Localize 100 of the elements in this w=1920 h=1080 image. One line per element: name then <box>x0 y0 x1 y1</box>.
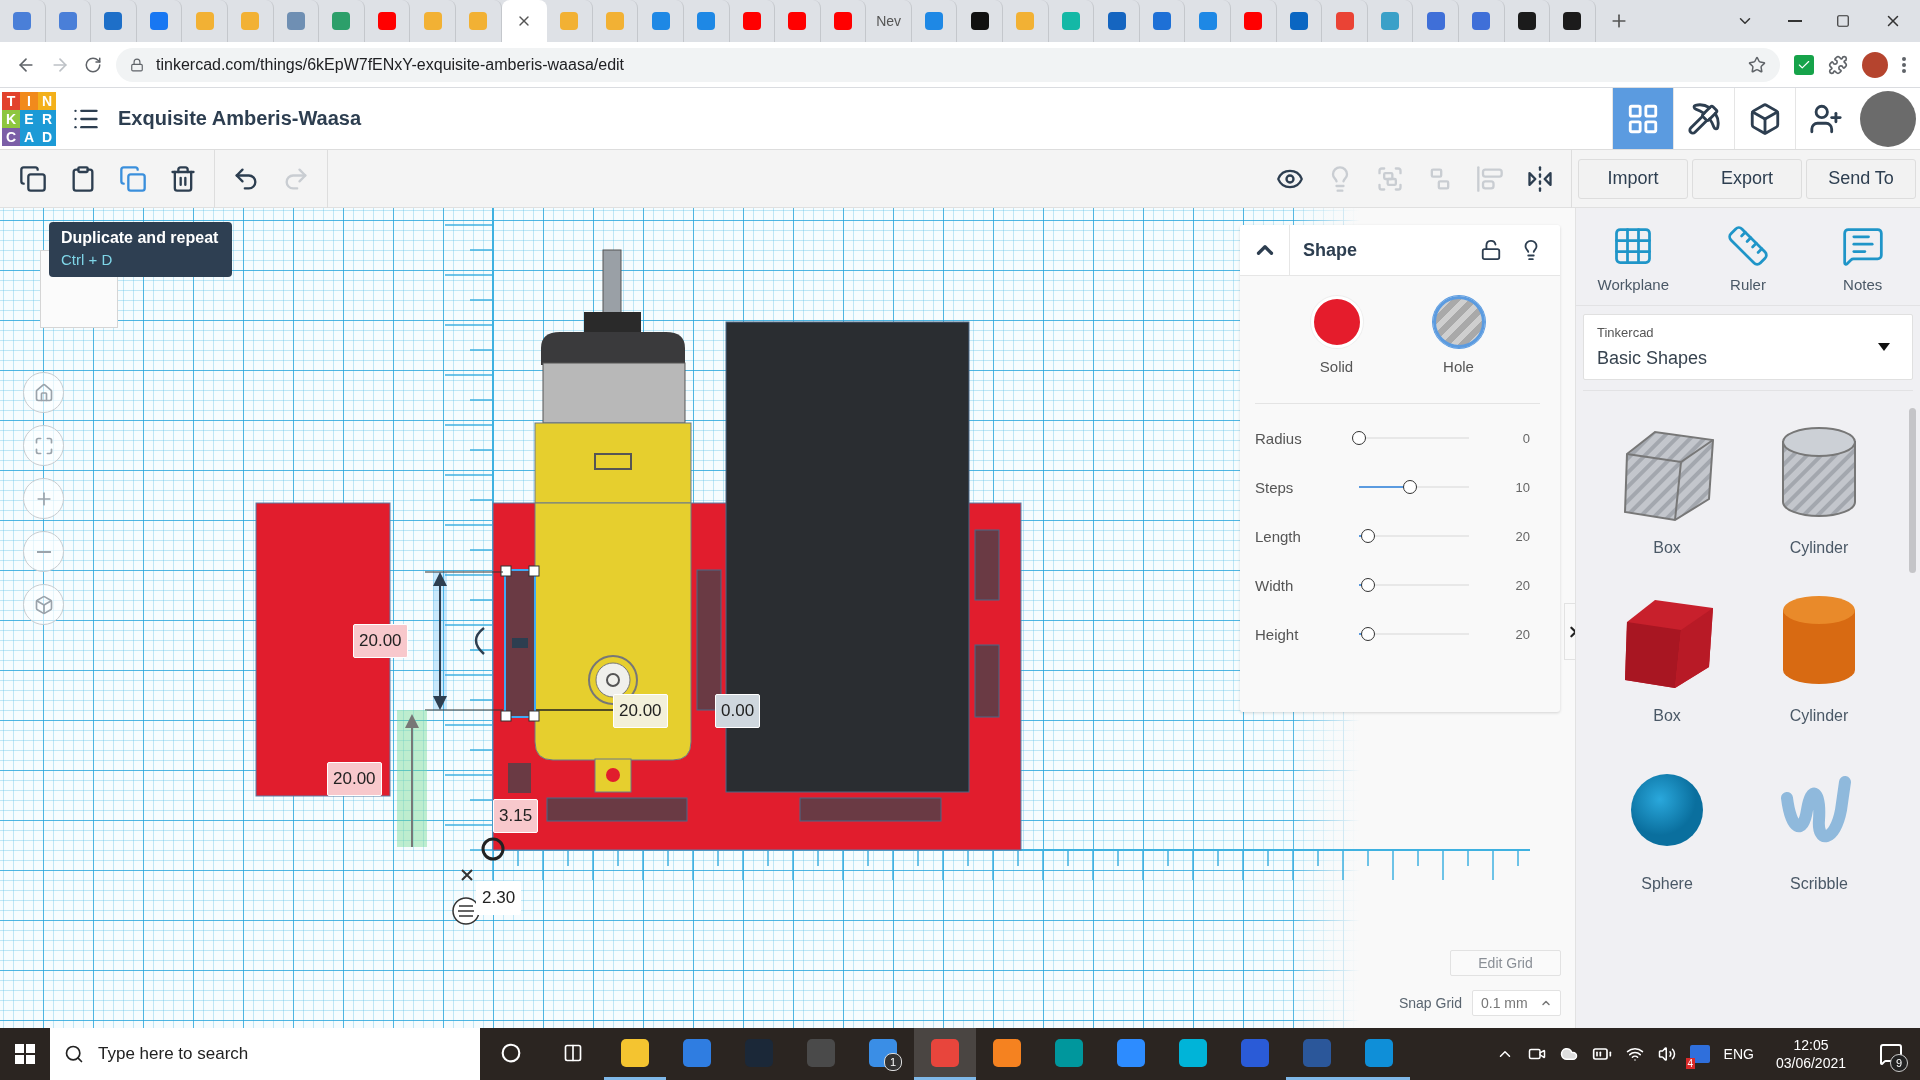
profile-avatar <box>1862 51 1888 78</box>
shape-item[interactable]: Cylinder <box>1743 587 1895 725</box>
param-label: Width <box>1255 576 1295 594</box>
group-icon <box>1376 164 1404 193</box>
origin-handle <box>481 837 505 861</box>
snap-grid-select[interactable]: 0.1 mm <box>1472 990 1561 1016</box>
shape-item[interactable]: Box <box>1591 587 1743 725</box>
count-badge: 9 <box>1890 1054 1908 1072</box>
library-name: Basic Shapes <box>1597 348 1709 369</box>
maximize-icon <box>1836 14 1850 28</box>
clock-date: 03/06/2021 <box>1775 1055 1846 1071</box>
param-label: Height <box>1255 625 1300 643</box>
ruler-icon <box>1726 224 1770 268</box>
circle-icon <box>501 1042 521 1063</box>
dimension-label[interactable]: 0.00 <box>715 694 761 728</box>
fit-icon <box>33 435 54 456</box>
dimension-label[interactable]: 20.00 <box>327 762 382 796</box>
shape-item[interactable]: Box <box>1591 419 1743 557</box>
shape-item[interactable]: Sphere <box>1591 755 1743 893</box>
shape-item[interactable]: Cylinder <box>1743 419 1895 557</box>
active-browser-tab[interactable] <box>501 0 548 42</box>
mode-option[interactable]: Solid <box>1310 296 1363 381</box>
param-value: 20 <box>1515 577 1530 593</box>
shape-label: Sphere <box>1641 875 1693 893</box>
ruler-tool[interactable]: Ruler <box>1698 224 1798 293</box>
align-icon <box>1476 164 1504 193</box>
dimension-label[interactable]: 3.15 <box>493 799 539 833</box>
cloud-icon <box>1559 1045 1578 1063</box>
slider-thumb[interactable] <box>1352 431 1366 445</box>
bookmark-star-icon <box>1748 55 1766 74</box>
search-icon <box>64 1044 84 1064</box>
duplicate-icon <box>119 164 147 193</box>
param-label: Steps <box>1255 478 1295 496</box>
address-bar[interactable]: tinkercad.com/things/6kEpW7fENxY-exquisite-amberis-waasa/edit <box>116 47 1780 82</box>
wifi-icon <box>1625 1045 1644 1063</box>
param-value: 10 <box>1515 479 1530 495</box>
panel-title: Shape <box>1303 239 1359 261</box>
rotate-icon <box>474 627 485 655</box>
sphere-icon <box>1629 772 1705 848</box>
dimension-label[interactable]: 20.00 <box>613 694 668 728</box>
dimension-label[interactable]: 2.30 <box>476 881 522 915</box>
toolbar-button[interactable]: Export <box>1692 158 1802 199</box>
toolbar-button[interactable]: Import <box>1578 158 1688 199</box>
shape-label: Box <box>1653 539 1681 557</box>
close-icon <box>461 869 473 881</box>
mirror-icon <box>1526 164 1554 193</box>
mode-option[interactable]: Hole <box>1432 296 1485 381</box>
param-value: 0 <box>1522 430 1530 446</box>
notifications-button[interactable]: 9 <box>1868 1028 1914 1080</box>
slider-thumb[interactable] <box>1360 529 1375 543</box>
taskbar-search-field[interactable]: Type here to search <box>50 1028 480 1080</box>
zoom-out-button[interactable] <box>23 531 64 572</box>
reload-icon <box>84 55 102 74</box>
windows-icon <box>15 1044 35 1064</box>
notifications-icon <box>1879 1042 1903 1066</box>
minus-icon <box>36 550 51 553</box>
library-source: Tinkercad <box>1597 325 1655 340</box>
snap-grid-label: Snap Grid <box>1398 995 1462 1011</box>
count-badge: 4 <box>1685 1058 1696 1069</box>
fit-view-button[interactable] <box>23 425 64 466</box>
param-label: Radius <box>1255 429 1303 447</box>
mode-label: Hole <box>1443 358 1474 375</box>
menu-icon <box>1902 56 1906 73</box>
volume-icon <box>1657 1045 1676 1063</box>
cube-icon <box>33 594 54 615</box>
unlock-icon[interactable] <box>1480 239 1502 261</box>
zoom-in-button[interactable] <box>23 478 64 519</box>
shape-library-dropdown[interactable]: Tinkercad Basic Shapes <box>1583 314 1913 380</box>
taskbar-app[interactable]: 1 <box>852 1028 914 1080</box>
tooltip-title: Duplicate and repeat <box>61 229 219 247</box>
shape-label: Cylinder <box>1789 539 1849 557</box>
pickaxe-icon <box>1687 101 1721 136</box>
brick-icon <box>1748 101 1782 136</box>
shape-label: Cylinder <box>1789 707 1849 725</box>
shape-label: Scribble <box>1790 875 1848 893</box>
design-title: Exquisite Amberis-Waasa <box>118 107 362 130</box>
trash-icon <box>169 164 197 193</box>
slider-thumb[interactable] <box>1402 480 1417 494</box>
caret-icon <box>1878 343 1890 351</box>
count-badge: 1 <box>884 1053 902 1071</box>
dark-peg <box>508 763 531 793</box>
slider-thumb[interactable] <box>1360 627 1375 641</box>
toolbar-button[interactable]: Send To <box>1806 158 1916 199</box>
workplane-tool[interactable]: Workplane <box>1583 224 1684 293</box>
lock-icon <box>130 57 144 72</box>
check-extension-icon <box>1794 54 1814 75</box>
perspective-button[interactable] <box>23 584 64 625</box>
slot <box>974 529 1000 601</box>
home-icon <box>33 382 54 403</box>
dimension-label[interactable]: 20.00 <box>353 624 408 658</box>
url-text: tinkercad.com/things/6kEpW7fENxY-exquisite-amberis-waasa/edit <box>156 55 626 74</box>
notes-tool[interactable]: Notes <box>1812 224 1913 293</box>
language-indicator[interactable]: ENG <box>1723 1046 1754 1062</box>
minimize-icon <box>1788 20 1802 22</box>
shape-item[interactable]: Scribble <box>1743 755 1895 893</box>
shape-label: Box <box>1653 707 1681 725</box>
home-view-button[interactable] <box>23 372 64 413</box>
param-label: Length <box>1255 527 1302 545</box>
slider-thumb[interactable] <box>1360 578 1375 592</box>
mode-label: Solid <box>1319 358 1354 375</box>
